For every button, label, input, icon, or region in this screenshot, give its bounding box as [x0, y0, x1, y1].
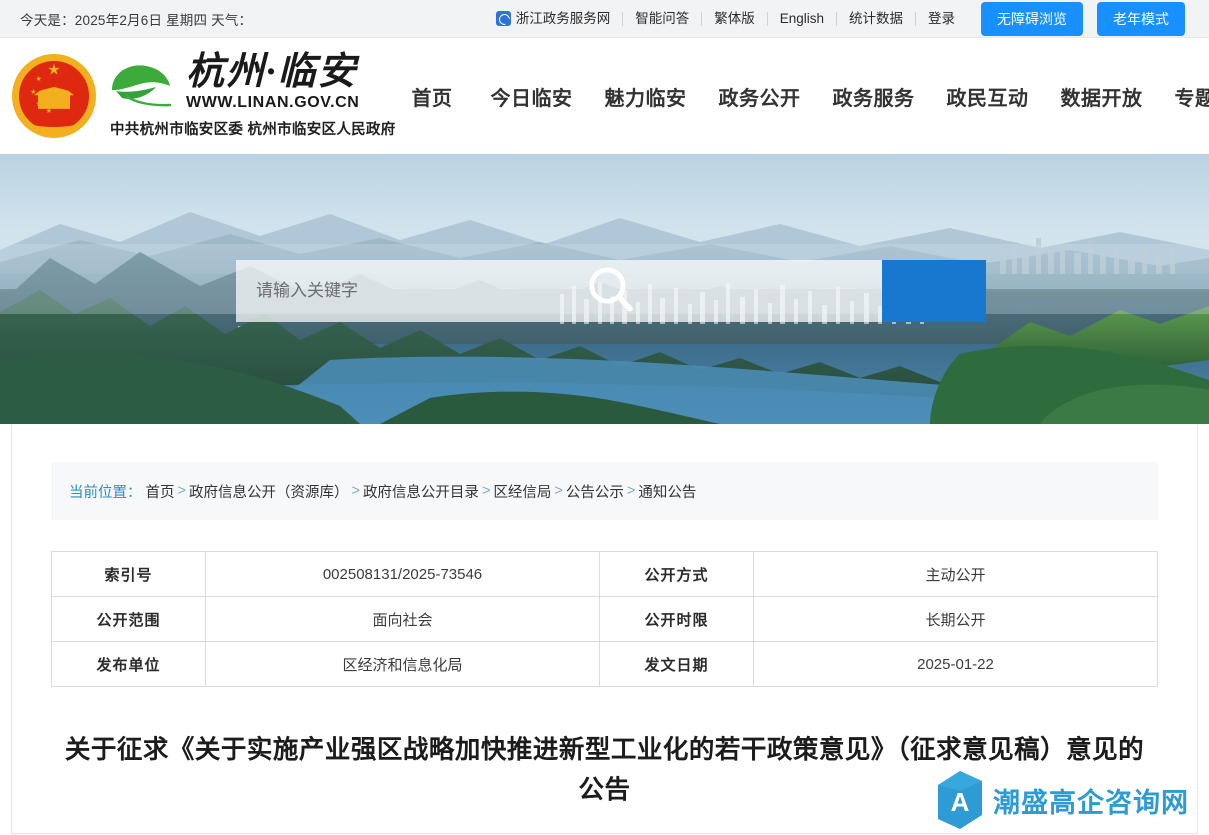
svg-text:A: A: [951, 787, 970, 817]
breadcrumb-item-bureau[interactable]: 区经信局: [493, 481, 551, 502]
site-url-text: WWW.LINAN.GOV.CN: [186, 94, 360, 112]
main-navigation: 首页 今日临安 魅力临安 政务公开 政务服务 政民互动 数据开放 专题专栏: [396, 76, 1209, 117]
breadcrumb-label: 当前位置：: [69, 484, 142, 501]
breadcrumb-item-home[interactable]: 首页: [146, 481, 175, 502]
meta-value-issue-date: 2025-01-22: [753, 641, 1158, 687]
zhejiang-portal-icon: [495, 11, 511, 26]
site-brand[interactable]: ★ ★ ★ ★ ★ 杭州·临安 WW: [8, 50, 396, 142]
zhejiang-gov-service-link[interactable]: 浙江政务服务网: [484, 11, 623, 26]
breadcrumb-separator: >: [554, 483, 563, 499]
ginkgo-leaf-icon: [112, 65, 172, 107]
table-row: 公开范围 面向社会 公开时限 长期公开: [51, 596, 1158, 642]
document-metadata-table: 索引号 002508131/2025-73546 公开方式 主动公开 公开范围 …: [51, 551, 1158, 687]
site-search: [236, 260, 986, 322]
logo-text-block: 杭州·临安 WWW.LINAN.GOV.CN 中共杭州市临安区委 杭州市临安区人…: [106, 50, 396, 140]
page-root: 今天是：2025年2月6日 星期四 天气： 浙江政务服务网 智能问答 繁体版 E…: [0, 0, 1209, 835]
meta-key-issue-date: 发文日期: [599, 641, 754, 687]
breadcrumb-item-announcements[interactable]: 公告公示: [566, 481, 624, 502]
city-name-text: 杭州·临安: [186, 50, 358, 93]
meta-key-publishing-unit: 发布单位: [51, 641, 206, 687]
nav-item-open-data[interactable]: 数据开放: [1045, 76, 1159, 117]
accessibility-browse-button[interactable]: 无障碍浏览: [981, 1, 1083, 36]
hero-banner: [0, 154, 1209, 424]
search-button[interactable]: [589, 260, 986, 322]
meta-value-disclosure-period: 长期公开: [753, 596, 1158, 642]
breadcrumb-item-notice[interactable]: 通知公告: [638, 481, 696, 502]
nav-item-home[interactable]: 首页: [396, 76, 475, 117]
today-date-text: 今天是：2025年2月6日 星期四 天气：: [20, 12, 253, 28]
top-utility-bar: 今天是：2025年2月6日 星期四 天气： 浙江政务服务网 智能问答 繁体版 E…: [0, 0, 1209, 38]
national-emblem-icon: ★ ★ ★ ★ ★: [8, 50, 100, 142]
statistics-data-link[interactable]: 统计数据: [836, 11, 915, 26]
traditional-chinese-link[interactable]: 繁体版: [701, 11, 767, 26]
breadcrumb-item-gov-info-open[interactable]: 政府信息公开（资源库）: [189, 481, 349, 502]
breadcrumb-separator: >: [351, 483, 360, 499]
breadcrumb: 当前位置： 首页 > 政府信息公开（资源库） > 政府信息公开目录 > 区经信局…: [51, 462, 1158, 520]
zhejiang-gov-service-label: 浙江政务服务网: [515, 10, 611, 26]
watermark-logo-icon: A: [938, 771, 982, 829]
meta-value-publishing-unit: 区经济和信息化局: [205, 641, 600, 687]
breadcrumb-separator: >: [177, 483, 186, 499]
breadcrumb-separator: >: [481, 483, 491, 499]
nav-item-gov-openness[interactable]: 政务公开: [703, 76, 817, 117]
english-link[interactable]: English: [766, 11, 836, 26]
nav-item-gov-services[interactable]: 政务服务: [817, 76, 931, 117]
meta-value-disclosure-scope: 面向社会: [205, 596, 600, 642]
meta-key-disclosure-period: 公开时限: [599, 596, 754, 642]
nav-item-gov-interaction[interactable]: 政民互动: [931, 76, 1045, 117]
nav-item-charm-linan[interactable]: 魅力临安: [589, 76, 703, 117]
smart-qa-link[interactable]: 智能问答: [622, 11, 701, 26]
organization-line: 中共杭州市临安区委 杭州市临安区人民政府: [110, 122, 396, 139]
login-link[interactable]: 登录: [915, 11, 967, 26]
meta-value-index-number: 002508131/2025-73546: [205, 551, 600, 597]
site-header: ★ ★ ★ ★ ★ 杭州·临安 WW: [0, 38, 1209, 154]
nav-item-today-linan[interactable]: 今日临安: [475, 76, 589, 117]
breadcrumb-item-gov-info-catalog[interactable]: 政府信息公开目录: [363, 481, 479, 502]
meta-key-index-number: 索引号: [51, 551, 206, 597]
watermark: A 潮盛高企咨询网: [938, 771, 1189, 829]
watermark-text: 潮盛高企咨询网: [993, 787, 1189, 818]
search-icon: [589, 267, 633, 312]
elderly-mode-button[interactable]: 老年模式: [1097, 1, 1185, 36]
table-row: 发布单位 区经济和信息化局 发文日期 2025-01-22: [51, 641, 1158, 687]
meta-key-disclosure-method: 公开方式: [599, 551, 754, 597]
meta-key-disclosure-scope: 公开范围: [51, 596, 206, 642]
meta-value-disclosure-method: 主动公开: [753, 551, 1158, 597]
breadcrumb-separator: >: [626, 483, 636, 499]
top-utility-links: 浙江政务服务网 智能问答 繁体版 English 统计数据 登录 无障碍浏览 老…: [484, 1, 1185, 36]
nav-item-special-topics[interactable]: 专题专栏: [1159, 76, 1209, 117]
table-row: 索引号 002508131/2025-73546 公开方式 主动公开: [51, 551, 1158, 597]
